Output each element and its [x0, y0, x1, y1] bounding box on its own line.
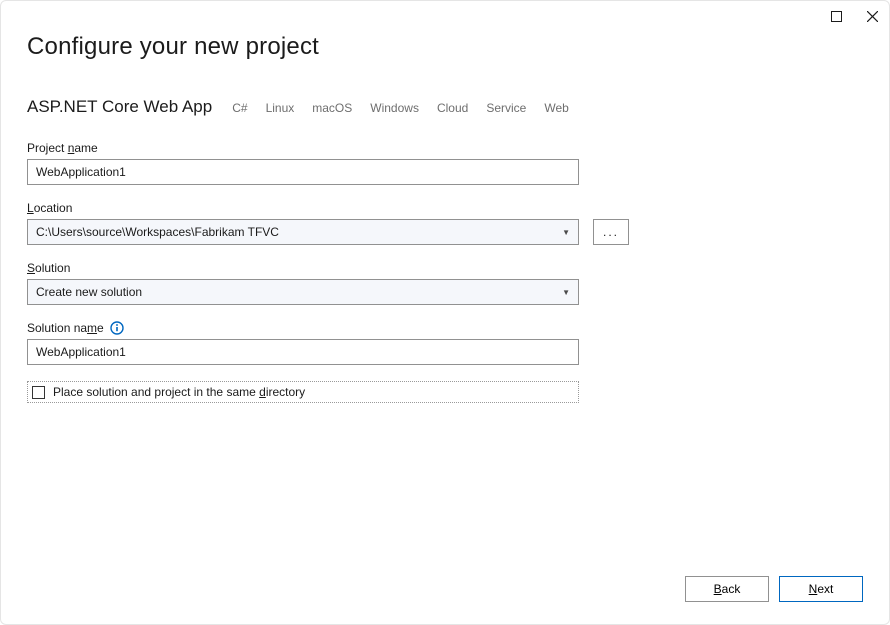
project-name-label: Project name	[27, 141, 863, 155]
tag: Linux	[266, 101, 295, 115]
chevron-down-icon: ▼	[562, 288, 570, 297]
info-icon[interactable]	[110, 321, 124, 335]
tag: Windows	[370, 101, 419, 115]
solution-name-label: Solution name	[27, 321, 863, 335]
tag: Cloud	[437, 101, 468, 115]
same-directory-label: Place solution and project in the same d…	[53, 385, 305, 399]
checkbox-box	[32, 386, 45, 399]
chevron-down-icon: ▼	[562, 228, 570, 237]
browse-button[interactable]: ...	[593, 219, 629, 245]
maximize-icon	[831, 11, 842, 22]
tag: Service	[486, 101, 526, 115]
template-tags: C# Linux macOS Windows Cloud Service Web	[232, 101, 569, 115]
back-button[interactable]: Back	[685, 576, 769, 602]
location-combo[interactable]: C:\Users\source\Workspaces\Fabrikam TFVC…	[27, 219, 579, 245]
tag: macOS	[312, 101, 352, 115]
tag: C#	[232, 101, 247, 115]
same-directory-checkbox[interactable]: Place solution and project in the same d…	[27, 381, 579, 403]
maximize-button[interactable]	[829, 9, 843, 23]
close-icon	[867, 11, 878, 22]
solution-combo[interactable]: Create new solution ▼	[27, 279, 579, 305]
location-label: Location	[27, 201, 863, 215]
solution-value: Create new solution	[36, 285, 142, 299]
template-name: ASP.NET Core Web App	[27, 97, 212, 117]
next-button[interactable]: Next	[779, 576, 863, 602]
location-value: C:\Users\source\Workspaces\Fabrikam TFVC	[36, 225, 279, 239]
project-name-input[interactable]	[27, 159, 579, 185]
solution-name-input[interactable]	[27, 339, 579, 365]
close-button[interactable]	[865, 9, 879, 23]
tag: Web	[544, 101, 568, 115]
page-title: Configure your new project	[27, 33, 863, 61]
solution-label: Solution	[27, 261, 863, 275]
